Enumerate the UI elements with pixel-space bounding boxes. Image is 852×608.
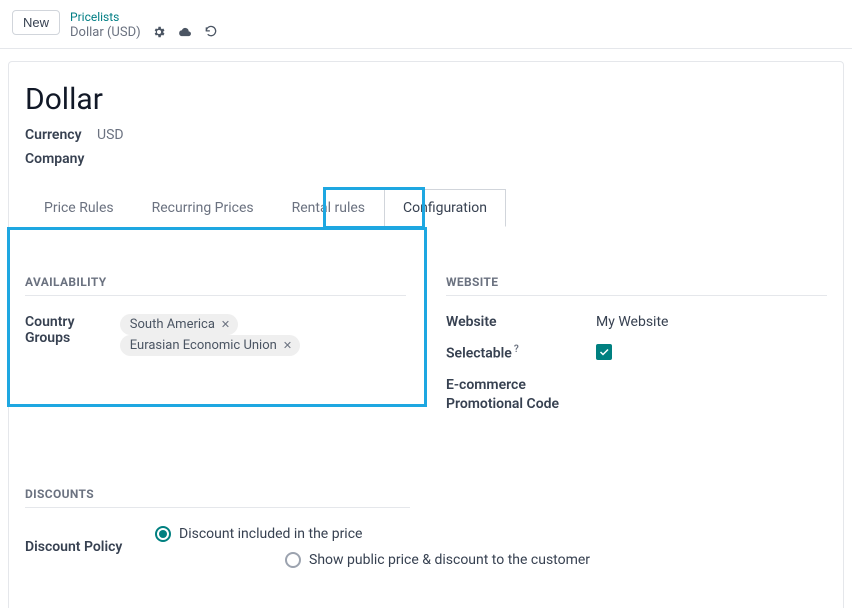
breadcrumb: Pricelists Dollar (USD) bbox=[70, 10, 219, 40]
country-groups-label: Country Groups bbox=[25, 314, 120, 346]
chip-remove-icon[interactable]: ✕ bbox=[283, 339, 292, 352]
promo-code-label: E-commerce Promotional Code bbox=[446, 376, 596, 412]
website-section: WEBSITE Website My Website Selectable? E… bbox=[446, 275, 827, 426]
chip-country-group[interactable]: South America ✕ bbox=[120, 314, 238, 335]
top-bar: New Pricelists Dollar (USD) bbox=[0, 0, 852, 49]
availability-section: AVAILABILITY Country Groups South Americ… bbox=[25, 275, 406, 426]
help-icon[interactable]: ? bbox=[514, 344, 519, 355]
selectable-label: Selectable? bbox=[446, 344, 596, 362]
discount-option-included[interactable]: Discount included in the price bbox=[155, 526, 590, 542]
radio-icon bbox=[285, 552, 301, 568]
selectable-checkbox[interactable] bbox=[596, 344, 612, 360]
chip-country-group[interactable]: Eurasian Economic Union ✕ bbox=[120, 335, 300, 356]
undo-icon[interactable] bbox=[203, 24, 219, 40]
cloud-icon[interactable] bbox=[177, 24, 193, 40]
page-title: Dollar bbox=[25, 82, 827, 117]
radio-label: Discount included in the price bbox=[179, 526, 362, 542]
tabs: Price Rules Recurring Prices Rental rule… bbox=[25, 189, 827, 227]
chip-label: Eurasian Economic Union bbox=[130, 338, 277, 353]
highlight-tab bbox=[323, 187, 425, 229]
breadcrumb-parent[interactable]: Pricelists bbox=[70, 10, 219, 24]
discounts-section: DISCOUNTS Discount Policy Discount inclu… bbox=[25, 487, 827, 568]
discount-option-public[interactable]: Show public price & discount to the cust… bbox=[285, 552, 590, 568]
chip-remove-icon[interactable]: ✕ bbox=[221, 318, 230, 331]
company-label: Company bbox=[25, 151, 97, 167]
website-heading: WEBSITE bbox=[446, 275, 827, 296]
radio-label: Show public price & discount to the cust… bbox=[309, 552, 590, 568]
currency-value[interactable]: USD bbox=[97, 127, 124, 143]
tab-recurring-prices[interactable]: Recurring Prices bbox=[133, 189, 273, 227]
gear-icon[interactable] bbox=[151, 24, 167, 40]
radio-icon bbox=[155, 526, 171, 542]
website-label: Website bbox=[446, 314, 596, 330]
new-button[interactable]: New bbox=[12, 10, 60, 35]
discount-policy-label: Discount Policy bbox=[25, 539, 155, 555]
country-groups-field[interactable]: South America ✕ Eurasian Economic Union … bbox=[120, 314, 406, 356]
currency-label: Currency bbox=[25, 127, 97, 143]
availability-heading: AVAILABILITY bbox=[25, 275, 406, 296]
breadcrumb-current: Dollar (USD) bbox=[70, 25, 141, 41]
record-panel: Dollar Currency USD Company Price Rules … bbox=[8, 61, 844, 607]
tab-price-rules[interactable]: Price Rules bbox=[25, 189, 133, 227]
chip-label: South America bbox=[130, 317, 215, 332]
discounts-heading: DISCOUNTS bbox=[25, 487, 410, 508]
website-value[interactable]: My Website bbox=[596, 314, 668, 330]
